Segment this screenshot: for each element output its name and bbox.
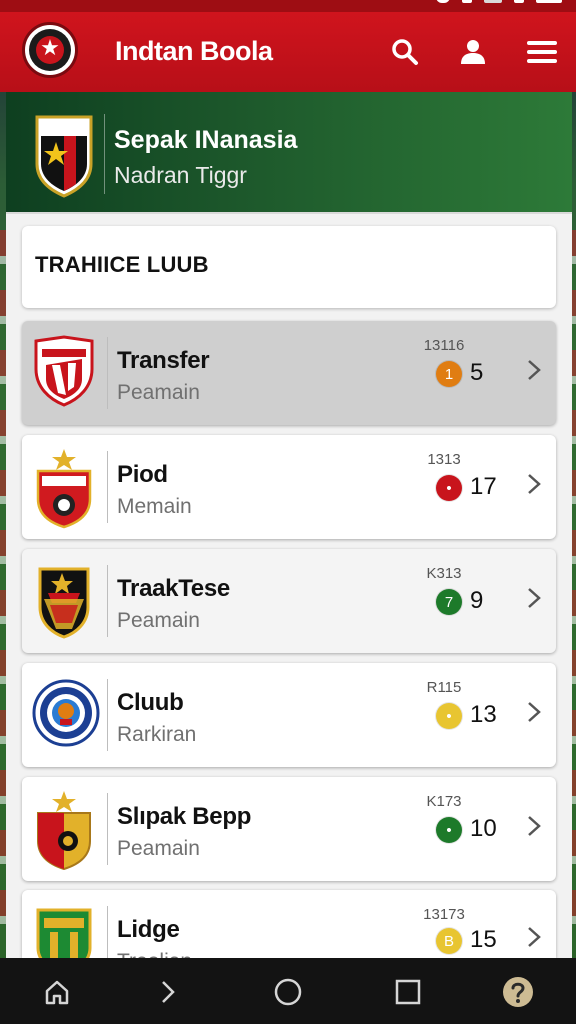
section-header-card: TRAHIICE LUUB [22, 226, 556, 308]
section-title: TRAHIICE LUUB [35, 252, 209, 277]
help-button[interactable] [498, 972, 538, 1012]
club-banner[interactable]: Sepak INanasia Nadran Tiggr [6, 92, 572, 214]
recents-button[interactable] [388, 972, 428, 1012]
rank-badge: 7 [436, 589, 462, 615]
club-status: Peamain [117, 837, 200, 860]
row-divider [107, 451, 108, 523]
rank-badge: • [436, 703, 462, 729]
club-status: Memain [117, 495, 192, 518]
profile-button[interactable] [455, 34, 491, 70]
circle-home-icon [274, 978, 302, 1006]
club-code: K173 [426, 793, 462, 810]
club-name: Piod [117, 461, 168, 488]
club-code: 1313 [427, 451, 461, 468]
row-divider [107, 679, 108, 751]
status-icon [484, 0, 502, 3]
home-button[interactable] [37, 972, 77, 1012]
club-name: TraakTese [117, 575, 230, 602]
status-bar [0, 0, 576, 12]
rank-badge: • [436, 817, 462, 843]
club-value: 5 [470, 359, 484, 386]
app-title: Indtan Boola [115, 36, 273, 66]
club-status: Peamain [117, 609, 200, 632]
chevron-right-icon[interactable] [524, 469, 544, 499]
club-list-item[interactable]: Piod Memain 1313 • 17 [22, 435, 556, 539]
row-divider [107, 906, 108, 958]
club-crest-icon [36, 908, 92, 958]
rank-badge: 1 [436, 361, 462, 387]
club-value: 17 [470, 473, 497, 500]
help-icon [503, 977, 533, 1007]
chevron-right-icon[interactable] [524, 811, 544, 841]
club-crest-icon [38, 567, 90, 639]
chevron-right-icon[interactable] [524, 355, 544, 385]
club-subtitle: Nadran Tiggr [114, 162, 247, 188]
club-name: Cluub [117, 689, 184, 716]
club-name: Sepak INanasia [114, 126, 298, 154]
club-list-item[interactable]: Cluub Rarkiran R115 • 13 [22, 663, 556, 767]
menu-icon [527, 41, 557, 63]
club-name: Slıpak Bepp [117, 803, 252, 830]
club-crest-icon [32, 679, 100, 747]
row-divider [107, 793, 108, 865]
club-value: 9 [470, 587, 484, 614]
club-value: 15 [470, 926, 497, 953]
club-value: 10 [470, 815, 497, 842]
club-name: Lidge [117, 916, 180, 943]
chevron-right-icon[interactable] [524, 583, 544, 613]
club-value: 13 [470, 701, 497, 728]
row-divider [107, 337, 108, 409]
forward-button[interactable] [148, 972, 188, 1012]
circle-home-button[interactable] [268, 972, 308, 1012]
search-button[interactable] [387, 34, 423, 70]
home-icon [45, 980, 69, 1005]
club-crest-icon [35, 115, 93, 198]
app-bar: Indtan Boola [0, 12, 576, 92]
club-list-item[interactable]: Slıpak Bepp Peamain K173 • 10 [22, 777, 556, 881]
club-code: 13173 [423, 906, 465, 923]
star-logo-icon [29, 29, 71, 71]
rank-badge: • [436, 475, 462, 501]
club-crest-icon [34, 335, 94, 407]
club-status: Rarkiran [117, 723, 197, 746]
club-list-item[interactable]: Lidge Treolian 13173 B 15 [22, 890, 556, 958]
club-status: Treolian [117, 950, 192, 958]
chevron-right-icon[interactable] [524, 922, 544, 952]
club-name: Transfer [117, 347, 210, 374]
app-logo[interactable] [22, 22, 78, 78]
club-code: K313 [426, 565, 462, 582]
chevron-right-icon[interactable] [524, 697, 544, 727]
banner-divider [104, 114, 105, 194]
status-icon [436, 0, 450, 3]
status-icon [536, 0, 562, 3]
club-list-item[interactable]: Transfer Peamain 13116 1 5 [22, 321, 556, 425]
club-code: 13116 [423, 337, 465, 354]
club-status: Peamain [117, 381, 200, 404]
status-icon [514, 0, 524, 3]
user-icon [461, 40, 485, 64]
back-icon [162, 981, 175, 1003]
menu-button[interactable] [524, 34, 560, 70]
bottom-navigation [0, 958, 576, 1024]
search-icon [392, 39, 418, 65]
club-crest-icon [36, 449, 92, 529]
status-icon [462, 0, 472, 3]
club-code: R115 [426, 679, 462, 696]
rank-badge: B [436, 928, 462, 954]
club-crest-icon [37, 791, 91, 871]
recents-icon [395, 979, 421, 1005]
row-divider [107, 565, 108, 637]
club-list-item[interactable]: TraakTese Peamain K313 7 9 [22, 549, 556, 653]
